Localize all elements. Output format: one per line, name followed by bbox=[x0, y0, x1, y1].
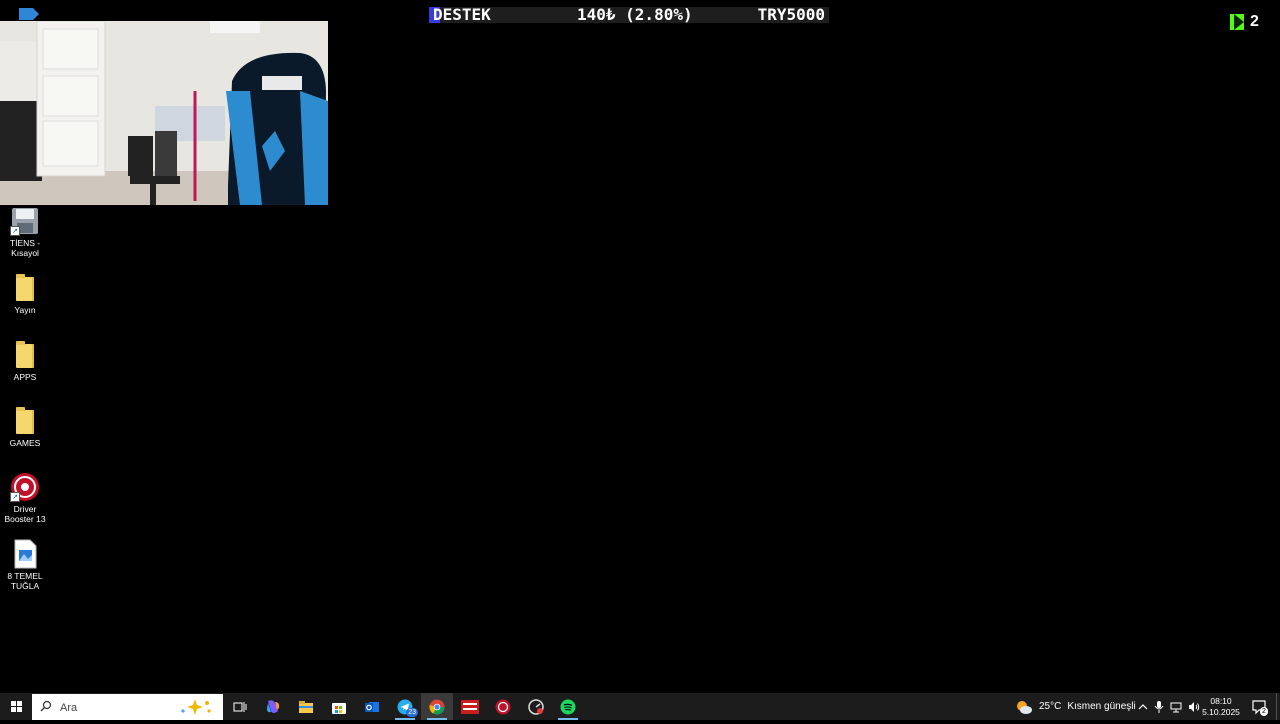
donation-amount: 140₺ (2.80%) bbox=[577, 5, 693, 24]
chrome-app[interactable] bbox=[421, 693, 453, 720]
folder-icon bbox=[10, 273, 40, 303]
system-clock[interactable]: 08:10 5.10.2025 bbox=[1198, 696, 1244, 718]
webcam-overlay bbox=[0, 21, 328, 205]
desktop-icon-yayin[interactable]: Yayın bbox=[0, 273, 50, 315]
desktop-icon-games[interactable]: GAMES bbox=[0, 406, 50, 448]
flag-icon bbox=[19, 8, 39, 20]
chrome-icon bbox=[429, 699, 445, 715]
search-highlight-sparkle-icon bbox=[181, 699, 211, 715]
copilot-icon bbox=[267, 699, 280, 713]
speedometer-app[interactable] bbox=[520, 693, 552, 720]
shortcut-arrow-icon: ↗ bbox=[10, 226, 20, 236]
windows-logo-icon bbox=[11, 701, 22, 712]
kick-viewer-count: 2 bbox=[1250, 13, 1259, 30]
desktop-icon-label: Yayın bbox=[14, 305, 36, 315]
spotify-app[interactable] bbox=[552, 693, 584, 720]
voicemeeter-icon bbox=[461, 699, 479, 714]
network-icon[interactable] bbox=[1170, 701, 1182, 713]
outlook-icon bbox=[365, 701, 379, 712]
copilot-app[interactable] bbox=[257, 693, 289, 720]
show-desktop-button[interactable] bbox=[1276, 693, 1280, 720]
desktop-icon-apps[interactable]: APPS bbox=[0, 340, 50, 382]
outlook-app[interactable] bbox=[356, 693, 388, 720]
folder-icon bbox=[10, 406, 40, 436]
voicemeeter-app[interactable] bbox=[454, 693, 486, 720]
store-icon bbox=[332, 702, 346, 714]
desktop-icon-tiens[interactable]: ↗ TİENS - Kısayol bbox=[0, 206, 50, 258]
donation-label: DESTEK bbox=[433, 5, 491, 24]
desktop-icon-label: Driver Booster 13 bbox=[4, 504, 46, 524]
notification-icon bbox=[1252, 700, 1266, 715]
file-explorer-app[interactable] bbox=[290, 693, 322, 720]
clock-date: 5.10.2025 bbox=[1202, 707, 1240, 717]
telegram-app[interactable]: 23 bbox=[389, 693, 421, 720]
search-icon bbox=[40, 700, 52, 712]
desktop-icon-label: APPS bbox=[13, 372, 37, 382]
file-explorer-icon bbox=[299, 700, 313, 713]
notification-count-badge: 2 bbox=[1260, 707, 1268, 716]
microphone-icon[interactable] bbox=[1154, 700, 1164, 713]
driver-booster-app[interactable] bbox=[487, 693, 519, 720]
desktop-icon-label: TİENS - Kısayol bbox=[9, 238, 41, 258]
shortcut-arrow-icon: ↗ bbox=[10, 492, 20, 502]
kick-logo-icon bbox=[1230, 14, 1244, 30]
taskbar: 23 25°C Kısmen güneşli bbox=[0, 693, 1280, 720]
desktop-icon-label: 8 TEMEL TUĞLA bbox=[7, 571, 43, 591]
system-tray bbox=[1138, 693, 1200, 720]
partly-sunny-icon bbox=[1017, 700, 1032, 714]
folder-icon bbox=[10, 340, 40, 370]
weather-temperature: 25°C bbox=[1039, 701, 1062, 712]
task-view-icon bbox=[233, 701, 247, 712]
driver-booster-icon: ↗ bbox=[10, 472, 40, 502]
speedometer-icon bbox=[528, 698, 544, 715]
taskbar-search-box[interactable] bbox=[32, 694, 223, 720]
microsoft-store-app[interactable] bbox=[323, 693, 355, 720]
image-file-icon bbox=[10, 539, 40, 569]
start-button[interactable] bbox=[0, 693, 32, 720]
telegram-badge: 23 bbox=[406, 708, 418, 717]
donation-goal-bar: DESTEK 140₺ (2.80%) TRY5000 bbox=[429, 7, 829, 23]
kick-viewer-badge: 2 bbox=[1230, 13, 1259, 31]
donation-goal: TRY5000 bbox=[757, 5, 825, 24]
clock-time: 08:10 bbox=[1210, 696, 1232, 706]
desktop-icon-label: GAMES bbox=[9, 438, 41, 448]
chevron-up-icon[interactable] bbox=[1138, 702, 1148, 712]
driver-booster-icon bbox=[495, 699, 511, 714]
notification-center-button[interactable]: 2 bbox=[1250, 693, 1270, 720]
task-view-button[interactable] bbox=[224, 693, 256, 720]
weather-widget[interactable]: 25°C Kısmen güneşli bbox=[1015, 693, 1136, 720]
weather-condition: Kısmen güneşli bbox=[1067, 701, 1136, 712]
spotify-icon bbox=[560, 699, 576, 714]
webcam-image bbox=[0, 21, 328, 205]
desktop-icon-8-temel-tugla[interactable]: 8 TEMEL TUĞLA bbox=[0, 539, 50, 591]
desktop-icon-driver-booster[interactable]: ↗ Driver Booster 13 bbox=[0, 472, 50, 524]
floppy-disk-icon: ↗ bbox=[10, 206, 40, 236]
